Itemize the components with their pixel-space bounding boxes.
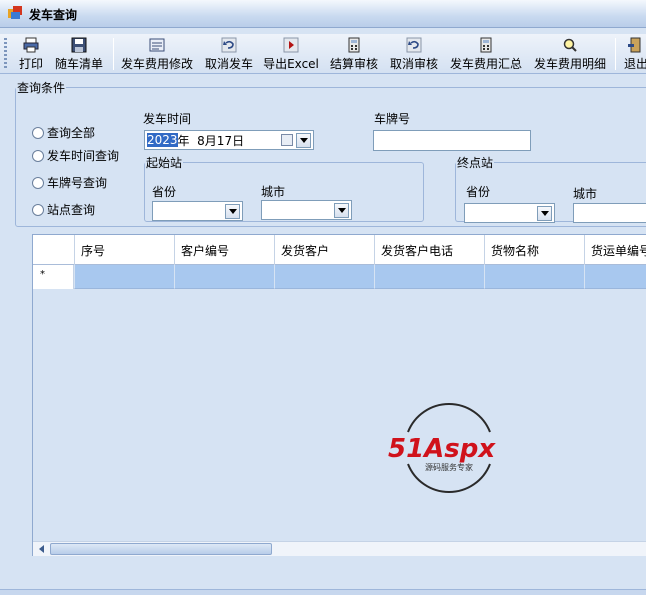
modify-fee-button[interactable]: 发车费用修改 — [119, 34, 195, 74]
horizontal-scrollbar[interactable] — [33, 541, 646, 556]
print-button[interactable]: 打印 — [16, 34, 46, 74]
plate-label: 车牌号 — [374, 112, 411, 126]
destination-province-label: 省份 — [466, 185, 491, 199]
scroll-left-icon[interactable] — [35, 543, 48, 555]
origin-province-select[interactable] — [152, 201, 243, 221]
query-conditions-legend: 查询条件 — [17, 81, 66, 95]
status-strip — [0, 589, 646, 595]
magnifier-icon — [563, 38, 577, 52]
watermark-tagline: 源码服务专家 — [425, 462, 473, 472]
grid-corner — [33, 235, 74, 265]
table-cell[interactable] — [584, 265, 646, 289]
radio-circle[interactable] — [32, 203, 44, 216]
cancel-depart-button[interactable]: 取消发车 — [202, 34, 256, 74]
new-row-marker: * — [33, 265, 74, 289]
destination-province-select[interactable] — [464, 203, 555, 223]
watermark-brand: 51Aspx — [388, 434, 496, 464]
dropdown-arrow-icon[interactable] — [225, 204, 240, 219]
toolbar: 打印 随车清单 发车费用修改 取消发车 导出Excel 结算审核 取消审核 发车… — [0, 34, 646, 74]
radio-circle[interactable] — [32, 176, 44, 189]
calculator-icon — [348, 37, 360, 53]
table-cell[interactable] — [174, 265, 274, 289]
col-header[interactable]: 货物名称 — [484, 235, 584, 265]
radio-depart-time[interactable]: 发车时间查询 — [32, 147, 119, 164]
exit-door-icon — [628, 37, 641, 53]
cancel-audit-button[interactable]: 取消审核 — [387, 34, 441, 74]
depart-time-picker[interactable]: 2023 年 8月17日 — [144, 130, 314, 150]
dropdown-arrow-icon[interactable] — [334, 203, 349, 218]
results-grid[interactable]: 序号 客户编号 发货客户 发货客户电话 货物名称 货运单编号 * — [32, 234, 646, 556]
toolbar-separator — [113, 38, 114, 70]
origin-city-label: 城市 — [261, 185, 286, 199]
date-rest: 年 8月17日 — [177, 133, 245, 148]
date-dropdown-button[interactable] — [296, 133, 311, 148]
radio-circle[interactable] — [32, 126, 44, 139]
col-header[interactable]: 序号 — [74, 235, 174, 265]
query-conditions-group: 查询条件 查询全部 发车时间查询 车牌号查询 站点查询 发车时间 2023 年 … — [15, 79, 646, 227]
radio-query-all[interactable]: 查询全部 — [32, 124, 95, 141]
radio-plate-number[interactable]: 车牌号查询 — [32, 174, 107, 191]
col-header[interactable]: 发货客户 — [274, 235, 374, 265]
table-cell[interactable] — [274, 265, 374, 289]
floppy-disk-icon — [71, 37, 87, 53]
dropdown-arrow-icon[interactable] — [537, 206, 552, 221]
settle-audit-button[interactable]: 结算审核 — [327, 34, 381, 74]
fee-detail-button[interactable]: 发车费用明细 — [531, 34, 609, 74]
origin-station-group: 起始站 省份 城市 — [144, 154, 424, 222]
origin-city-select[interactable] — [261, 200, 352, 220]
table-row[interactable]: * — [33, 265, 646, 289]
table-cell[interactable] — [74, 265, 174, 289]
watermark-logo: 51Aspx 源码服务专家 — [388, 402, 496, 494]
toolbar-separator — [615, 38, 616, 70]
calculator-icon — [480, 37, 492, 53]
destination-city-label: 城市 — [573, 187, 598, 201]
destination-legend: 终点站 — [457, 156, 494, 170]
exit-button[interactable]: 退出 — [621, 34, 646, 74]
origin-province-label: 省份 — [152, 185, 177, 199]
depart-time-label: 发车时间 — [143, 112, 192, 126]
radio-circle[interactable] — [32, 149, 44, 162]
col-header[interactable]: 发货客户电话 — [374, 235, 484, 265]
checklist-button[interactable]: 随车清单 — [52, 34, 106, 74]
export-arrow-icon — [283, 37, 299, 53]
window-title: 发车查询 — [29, 8, 78, 22]
destination-city-select[interactable] — [573, 203, 646, 223]
grid-header: 序号 客户编号 发货客户 发货客户电话 货物名称 货运单编号 — [33, 235, 646, 265]
fee-summary-button[interactable]: 发车费用汇总 — [447, 34, 525, 74]
plate-number-input[interactable] — [373, 130, 531, 151]
undo-icon — [406, 37, 422, 53]
printer-icon — [23, 37, 39, 53]
toolbar-grip[interactable] — [4, 38, 7, 70]
col-header[interactable]: 货运单编号 — [584, 235, 646, 265]
table-cell[interactable] — [374, 265, 484, 289]
date-year-selected[interactable]: 2023 — [147, 133, 178, 147]
calendar-icon[interactable] — [281, 134, 293, 146]
table-cell[interactable] — [484, 265, 584, 289]
origin-legend: 起始站 — [146, 156, 183, 170]
destination-station-group: 终点站 省份 城市 — [455, 154, 646, 223]
scrollbar-thumb[interactable] — [50, 543, 272, 555]
radio-station[interactable]: 站点查询 — [32, 201, 95, 218]
edit-sheet-icon — [149, 38, 165, 52]
undo-icon — [221, 37, 237, 53]
export-excel-button[interactable]: 导出Excel — [262, 34, 320, 74]
col-header[interactable]: 客户编号 — [174, 235, 274, 265]
title-bar: 发车查询 — [0, 0, 646, 28]
app-icon — [8, 6, 22, 19]
